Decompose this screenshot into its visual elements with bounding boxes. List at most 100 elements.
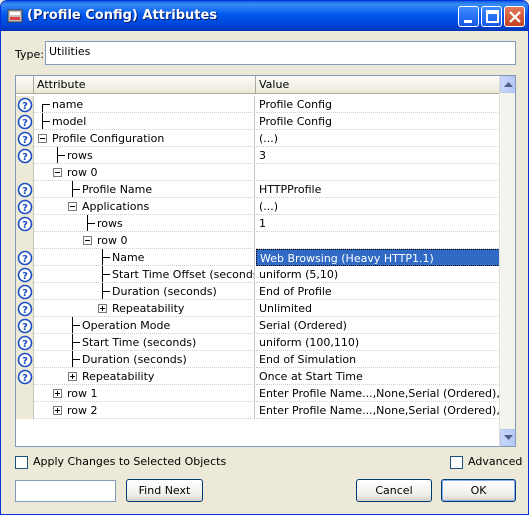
help-icon[interactable]: ? (17, 335, 33, 351)
grid-row[interactable]: ? Duration (seconds) End of Simulation (16, 351, 500, 368)
grid-row[interactable]: ? rows 3 (16, 147, 500, 164)
collapse-icon[interactable] (83, 236, 92, 245)
attribute-label: Start Time (seconds) (82, 336, 197, 349)
expand-icon[interactable] (68, 372, 77, 381)
vertical-scrollbar[interactable] (499, 76, 515, 446)
collapse-icon[interactable] (68, 202, 77, 211)
grid-row[interactable]: ? Duration (seconds) End of Profile (16, 283, 500, 300)
help-icon[interactable]: ? (17, 216, 33, 232)
value-cell[interactable]: Enter Profile Name...,None,Serial (Order… (256, 402, 500, 419)
grid-row[interactable]: row 0 (16, 164, 500, 181)
attribute-cell[interactable]: Name (34, 249, 255, 266)
attribute-cell[interactable]: Profile Name (34, 181, 255, 198)
attribute-cell[interactable]: Operation Mode (34, 317, 255, 334)
value-cell[interactable]: (...) (256, 198, 500, 215)
cancel-button[interactable]: Cancel (356, 479, 432, 502)
attribute-cell[interactable]: model (34, 113, 255, 130)
value-cell[interactable]: 3 (256, 147, 500, 164)
attribute-cell[interactable]: Profile Configuration (34, 130, 255, 147)
attribute-cell[interactable]: name (34, 96, 255, 113)
grid-row[interactable]: row 2 Enter Profile Name...,None,Serial (… (16, 402, 500, 419)
attribute-cell[interactable]: Duration (seconds) (34, 283, 255, 300)
grid-row[interactable]: ? rows 1 (16, 215, 500, 232)
value-cell[interactable]: Once at Start Time (256, 368, 500, 385)
collapse-icon[interactable] (53, 168, 62, 177)
value-cell[interactable]: Profile Config (256, 96, 500, 113)
grid-row[interactable]: ? Start Time (seconds) uniform (100,110) (16, 334, 500, 351)
value-cell-selected[interactable]: Web Browsing (Heavy HTTP1.1) (256, 249, 500, 266)
apply-changes-label: Apply Changes to Selected Objects (33, 455, 227, 468)
grid-row[interactable]: ? Repeatability Once at Start Time (16, 368, 500, 385)
attribute-label: Duration (seconds) (112, 285, 217, 298)
grid-row[interactable]: ? Operation Mode Serial (Ordered) (16, 317, 500, 334)
value-cell[interactable]: 1 (256, 215, 500, 232)
value-cell[interactable] (256, 164, 500, 181)
help-icon[interactable]: ? (17, 352, 33, 368)
value-cell[interactable]: Enter Profile Name...,None,Serial (Order… (256, 385, 500, 402)
grid-row[interactable]: row 0 (16, 232, 500, 249)
ok-button[interactable]: OK (441, 479, 516, 502)
title-bar[interactable]: (Profile Config) Attributes (1, 1, 528, 31)
find-next-button[interactable]: Find Next (126, 479, 203, 502)
help-icon[interactable]: ? (17, 267, 33, 283)
value-cell[interactable]: End of Simulation (256, 351, 500, 368)
scroll-up-button[interactable] (500, 76, 515, 93)
help-icon[interactable]: ? (17, 97, 33, 113)
find-input[interactable] (15, 480, 116, 502)
help-icon[interactable]: ? (17, 199, 33, 215)
attribute-cell[interactable]: Repeatability (34, 368, 255, 385)
help-icon[interactable]: ? (17, 284, 33, 300)
value-cell[interactable]: HTTPProfile (256, 181, 500, 198)
attribute-cell[interactable]: Applications (34, 198, 255, 215)
help-icon[interactable]: ? (17, 182, 33, 198)
attribute-grid[interactable]: Attribute Value ? name Profile Config? mode… (15, 75, 516, 447)
value-cell[interactable]: End of Profile (256, 283, 500, 300)
type-field[interactable]: Utilities (45, 41, 516, 65)
grid-row[interactable]: ? Applications (...) (16, 198, 500, 215)
apply-changes-checkbox[interactable] (15, 456, 28, 469)
attribute-cell[interactable]: row 0 (34, 164, 255, 181)
help-icon[interactable]: ? (17, 250, 33, 266)
help-icon[interactable]: ? (17, 301, 33, 317)
attribute-cell[interactable]: Repeatability (34, 300, 255, 317)
grid-row[interactable]: ? Name Web Browsing (Heavy HTTP1.1) (16, 249, 500, 266)
grid-row[interactable]: ? name Profile Config (16, 96, 500, 113)
attribute-cell[interactable]: rows (34, 215, 255, 232)
value-cell[interactable]: (...) (256, 130, 500, 147)
expand-icon[interactable] (53, 406, 62, 415)
value-cell[interactable]: Unlimited (256, 300, 500, 317)
advanced-checkbox[interactable] (450, 456, 463, 469)
grid-row[interactable]: ? Start Time Offset (seconds) uniform (5,1… (16, 266, 500, 283)
attribute-cell[interactable]: row 1 (34, 385, 255, 402)
help-icon[interactable]: ? (17, 131, 33, 147)
value-cell[interactable]: uniform (5,10) (256, 266, 500, 283)
help-icon[interactable]: ? (17, 148, 33, 164)
value-cell[interactable] (256, 232, 500, 249)
minimize-button[interactable] (458, 6, 479, 27)
attribute-cell[interactable]: Start Time (seconds) (34, 334, 255, 351)
value-cell[interactable]: Profile Config (256, 113, 500, 130)
value-cell[interactable]: Serial (Ordered) (256, 317, 500, 334)
attribute-cell[interactable]: row 0 (34, 232, 255, 249)
maximize-button[interactable] (481, 6, 502, 27)
help-icon[interactable]: ? (17, 318, 33, 334)
expand-icon[interactable] (98, 304, 107, 313)
attribute-cell[interactable]: row 2 (34, 402, 255, 419)
header-attribute[interactable]: Attribute (34, 76, 256, 94)
value-cell[interactable]: uniform (100,110) (256, 334, 500, 351)
grid-row[interactable]: ? Repeatability Unlimited (16, 300, 500, 317)
attribute-cell[interactable]: Start Time Offset (seconds) (34, 266, 255, 283)
close-button[interactable] (504, 6, 525, 27)
attribute-cell[interactable]: Duration (seconds) (34, 351, 255, 368)
help-icon[interactable]: ? (17, 369, 33, 385)
grid-row[interactable]: ? Profile Configuration (...) (16, 130, 500, 147)
grid-row[interactable]: ? model Profile Config (16, 113, 500, 130)
scroll-down-button[interactable] (500, 429, 515, 446)
expand-icon[interactable] (53, 389, 62, 398)
collapse-icon[interactable] (38, 134, 47, 143)
help-icon[interactable]: ? (17, 114, 33, 130)
grid-row[interactable]: ? Profile Name HTTPProfile (16, 181, 500, 198)
grid-row[interactable]: row 1 Enter Profile Name...,None,Serial (… (16, 385, 500, 402)
header-value[interactable]: Value (256, 76, 500, 94)
attribute-cell[interactable]: rows (34, 147, 255, 164)
